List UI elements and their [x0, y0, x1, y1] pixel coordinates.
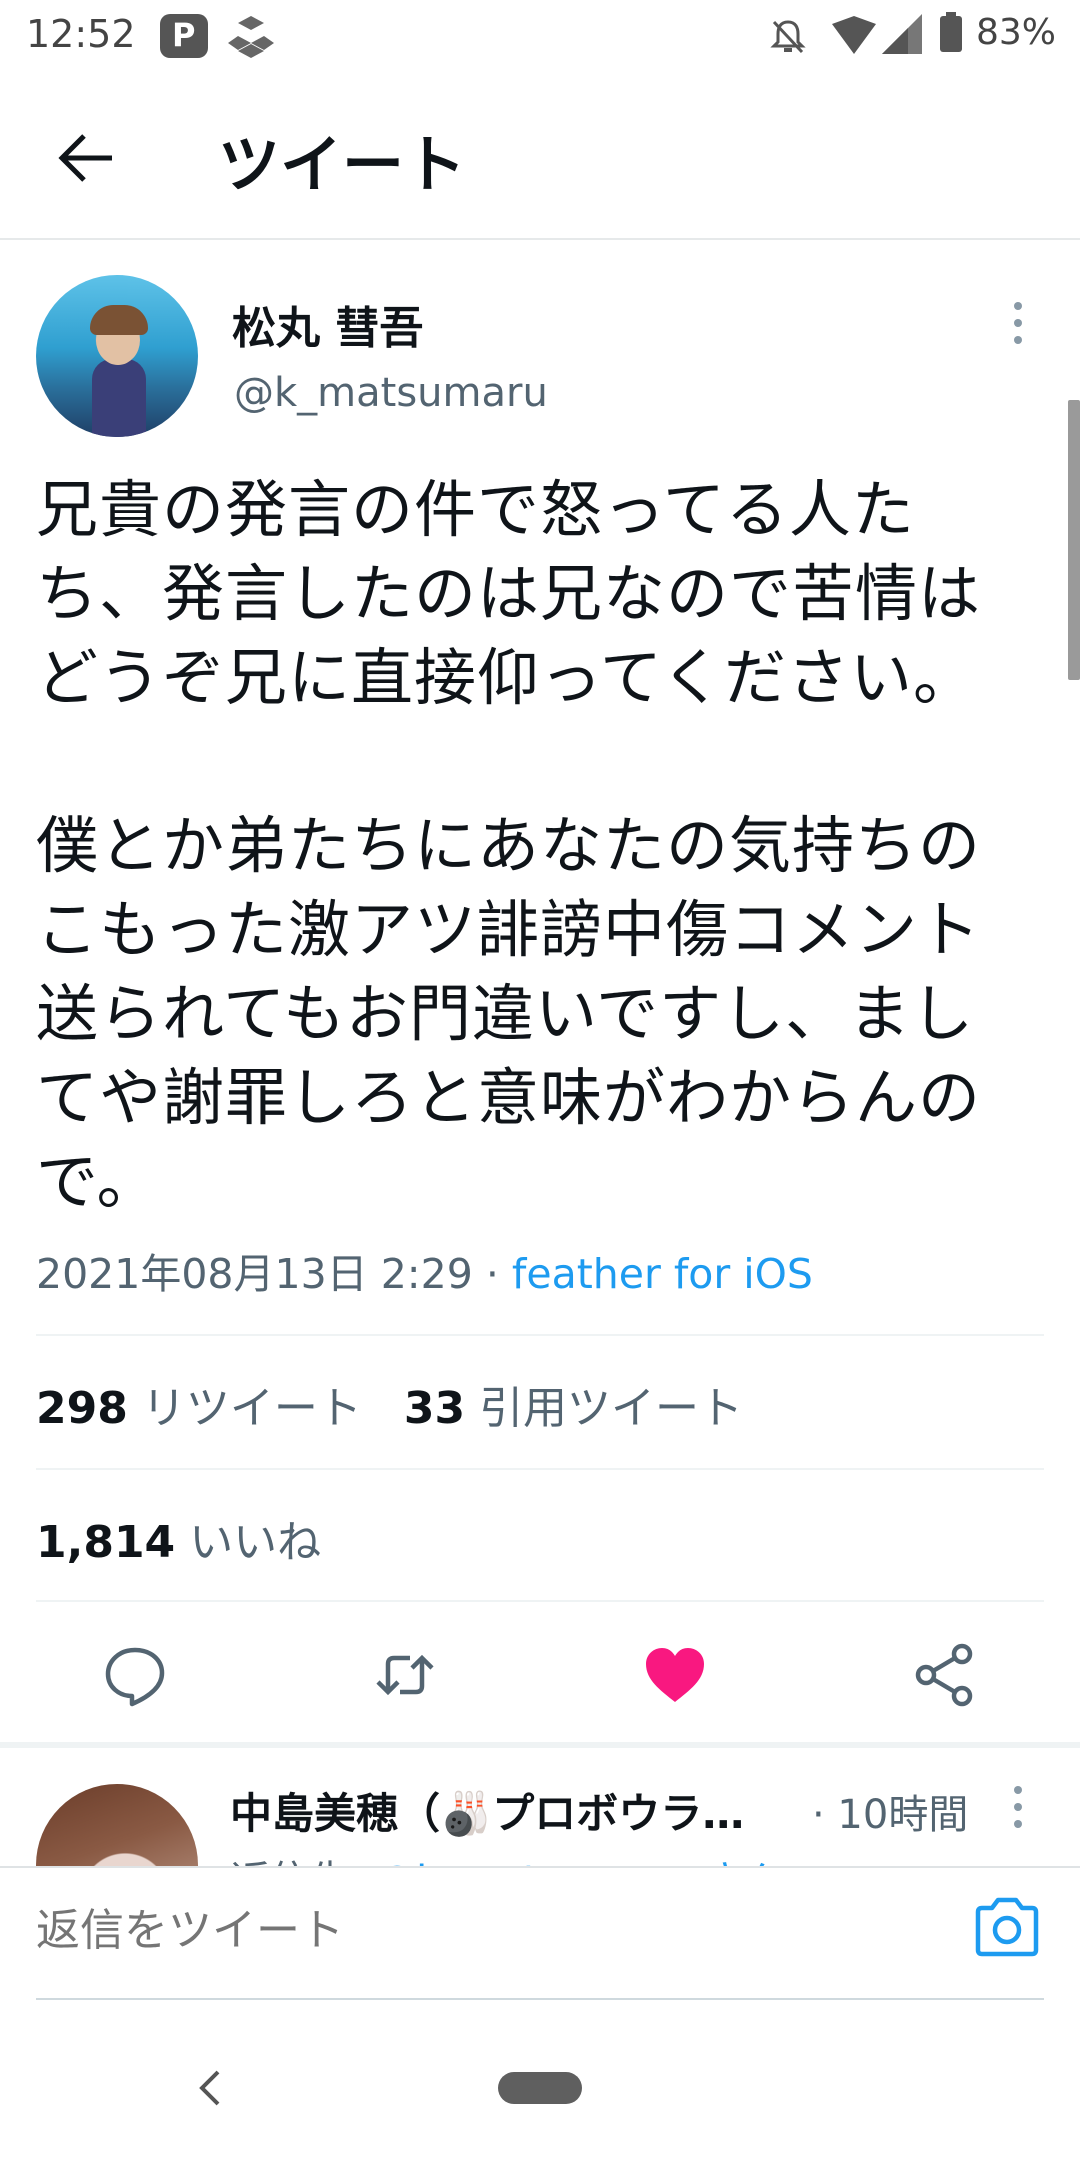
- avatar-figure-hair: [90, 305, 148, 335]
- more-vertical-icon[interactable]: [1008, 300, 1028, 346]
- wifi-icon: [832, 16, 876, 54]
- stats-row: 298 リツイート 33 引用ツイート: [36, 1372, 743, 1436]
- likes-count: 1,814: [36, 1517, 176, 1568]
- reply-input[interactable]: [36, 1892, 956, 1968]
- status-bar: 12:52 P 83%: [0, 0, 1080, 72]
- reply-preview[interactable]: 中島美穂（🎳プロボウラ… · 10時間 返信先: @k_matsumaru さん: [0, 1748, 1080, 1866]
- page-title: ツイート: [218, 128, 467, 201]
- retweets-count: 298: [36, 1383, 128, 1434]
- more-vertical-icon[interactable]: [1008, 1784, 1028, 1830]
- tweet-source-link[interactable]: feather for iOS: [512, 1250, 813, 1298]
- share-icon[interactable]: [910, 1640, 980, 1710]
- avatar[interactable]: [36, 275, 198, 437]
- tweet-meta: 2021年08月13日 2:29 · feather for iOS: [36, 1240, 813, 1300]
- likes-label: いいね: [189, 1517, 322, 1568]
- nav-back-icon[interactable]: [190, 2064, 230, 2112]
- meta-separator: ·: [472, 1250, 512, 1298]
- retweet-icon[interactable]: [370, 1640, 440, 1710]
- quotes-label: 引用ツイート: [479, 1383, 744, 1434]
- reply-to-line: 返信先: @k_matsumaru さん: [230, 1848, 783, 1866]
- divider: [36, 1468, 1044, 1470]
- battery-percent: 83%: [976, 12, 1057, 53]
- battery-icon: [940, 12, 962, 52]
- retweets-label: リツイート: [141, 1383, 362, 1434]
- reply-avatar[interactable]: [36, 1784, 198, 1866]
- compose-bar: [0, 1866, 1080, 2002]
- status-time: 12:52: [26, 12, 136, 56]
- heart-icon[interactable]: [640, 1640, 710, 1710]
- retweets-link[interactable]: 298 リツイート: [36, 1383, 362, 1434]
- author-handle[interactable]: @k_matsumaru: [234, 370, 548, 416]
- tweet-text: 兄貴の発言の件で怒ってる人た ち、発言したのは兄なので苦情は どうぞ兄に直接仰っ…: [36, 473, 982, 1218]
- tweet-timestamp: 2021年08月13日 2:29: [36, 1250, 473, 1298]
- quotes-count: 33: [403, 1383, 466, 1434]
- back-arrow-icon[interactable]: [50, 122, 122, 194]
- author-name[interactable]: 松丸 彗吾: [232, 292, 423, 356]
- scrollbar[interactable]: [1068, 400, 1080, 680]
- header: ツイート: [0, 72, 1080, 240]
- cubes-icon: [228, 16, 274, 58]
- reply-to-prefix: 返信先:: [230, 1858, 376, 1866]
- system-nav-bar: [0, 2000, 1080, 2160]
- paypay-icon: P: [160, 14, 208, 58]
- signal-icon: [882, 14, 922, 54]
- paypay-glyph: P: [172, 16, 196, 54]
- divider: [36, 1600, 1044, 1602]
- reply-to-link[interactable]: @k_matsumaru さん: [376, 1858, 783, 1866]
- camera-icon[interactable]: [972, 1896, 1042, 1958]
- nav-home-pill[interactable]: [498, 2072, 582, 2104]
- reply-icon[interactable]: [100, 1640, 170, 1710]
- reply-time: · 10時間: [812, 1792, 969, 1838]
- likes-link[interactable]: 1,814 いいね: [36, 1506, 321, 1570]
- divider: [36, 1334, 1044, 1336]
- avatar-figure-body: [92, 359, 146, 437]
- reply-author-name: 中島美穂（🎳プロボウラ…: [230, 1789, 745, 1838]
- quotes-link[interactable]: 33 引用ツイート: [404, 1383, 743, 1434]
- notifications-off-icon: [770, 20, 806, 54]
